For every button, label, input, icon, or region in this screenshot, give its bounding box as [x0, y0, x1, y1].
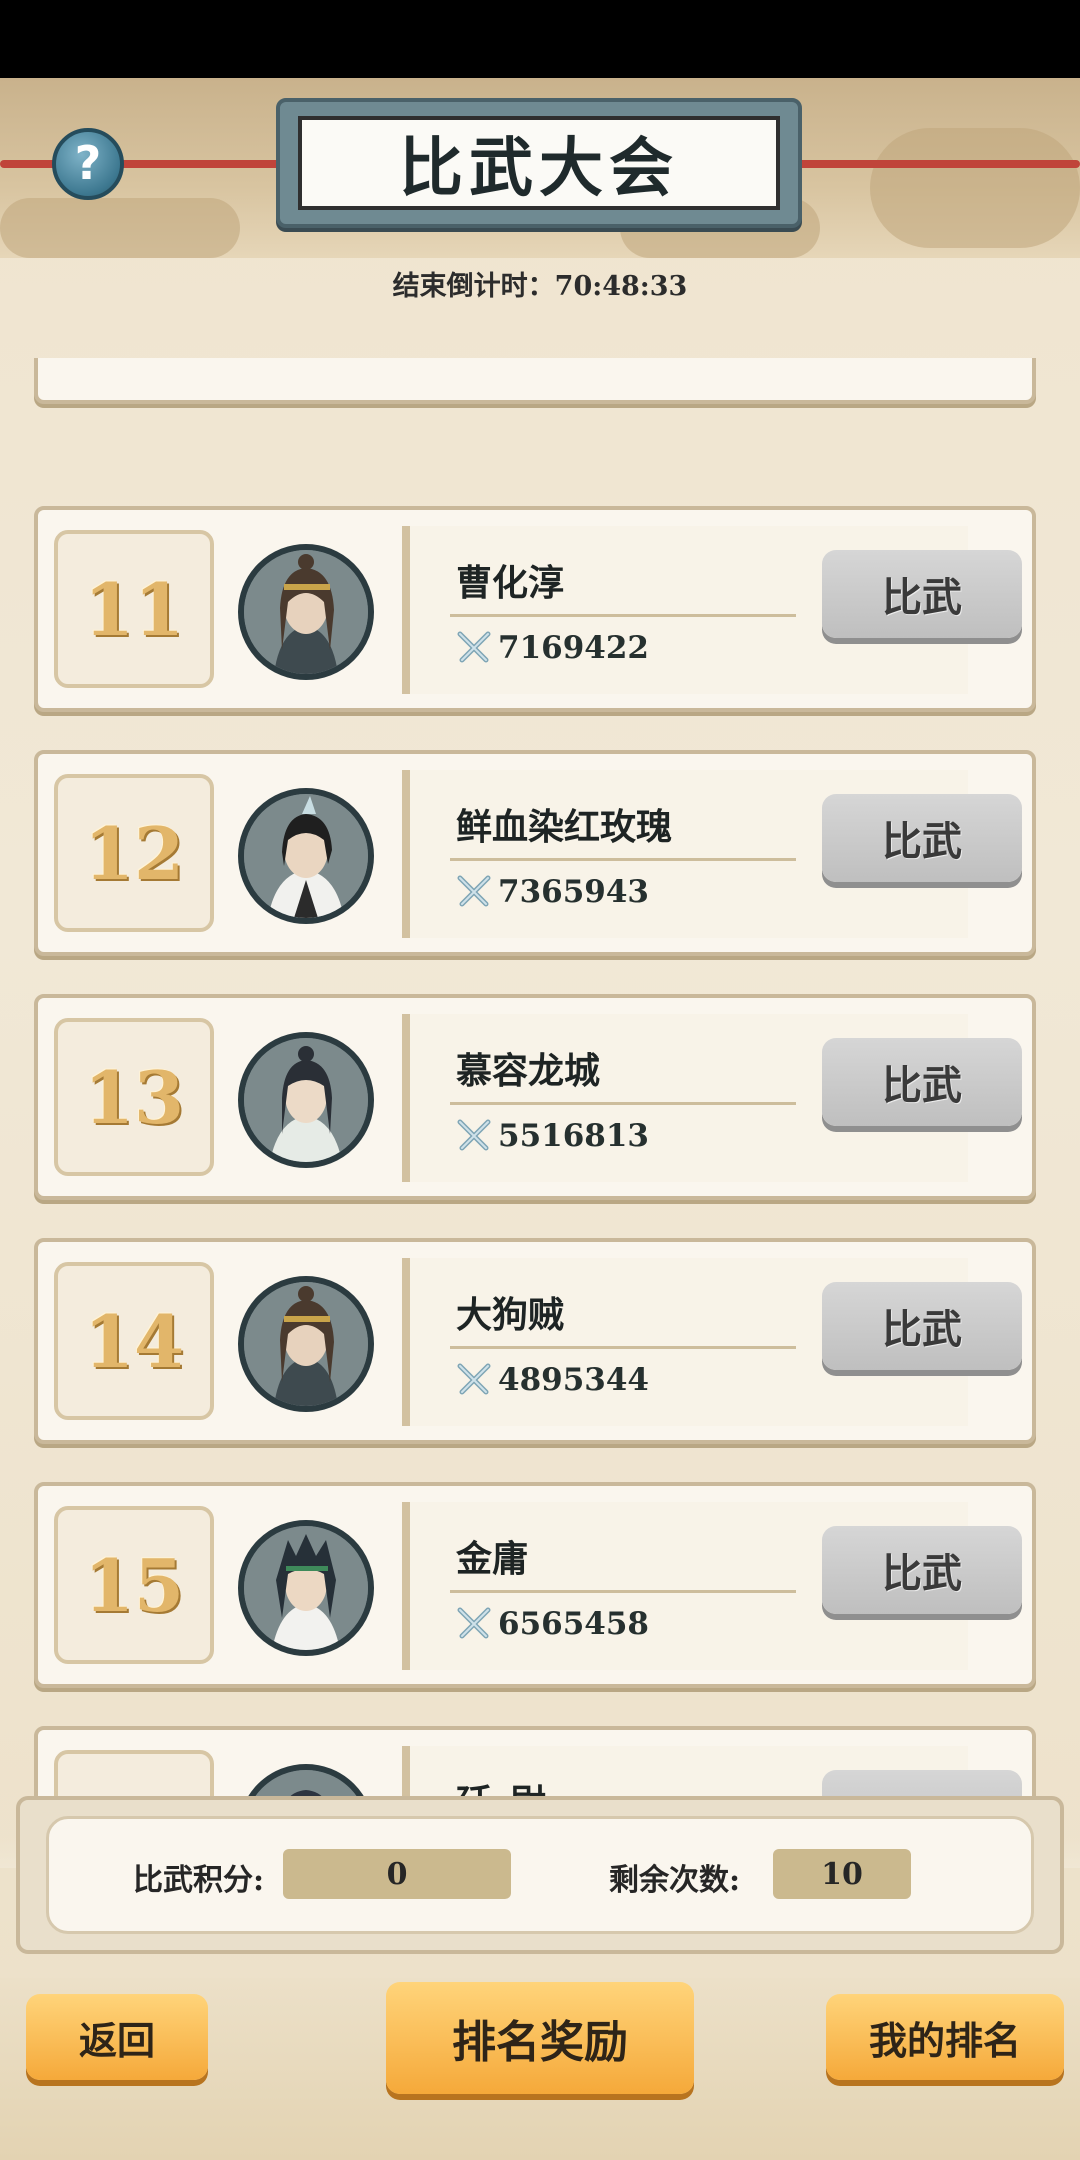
- game-screen: ? 比武大会 结束倒计时：70:48:33 11 曹化淳 7169422 比武 …: [0, 78, 1080, 2160]
- duel-button[interactable]: 比武: [822, 1038, 1022, 1126]
- rank-badge: 14: [54, 1262, 214, 1420]
- red-rope-right: [790, 160, 1080, 168]
- player-avatar[interactable]: [238, 1520, 374, 1656]
- divider: [450, 614, 796, 617]
- cloud-decoration: [0, 198, 240, 258]
- cloud-decoration: [870, 128, 1080, 248]
- combat-power: 7169422: [456, 630, 649, 666]
- crossed-swords-icon: [457, 1119, 491, 1151]
- power-value: 7169422: [498, 630, 649, 666]
- duel-button[interactable]: 比武: [822, 1526, 1022, 1614]
- crossed-swords-icon: [457, 1607, 491, 1639]
- score-value: 0: [283, 1849, 511, 1899]
- player-avatar[interactable]: [238, 544, 374, 680]
- ranking-card-partial: [34, 358, 1036, 404]
- remaining-value: 10: [773, 1849, 911, 1899]
- rank-badge: 13: [54, 1018, 214, 1176]
- warrior-portrait-icon: [244, 550, 368, 674]
- power-value: 5516813: [498, 1118, 649, 1154]
- player-avatar[interactable]: [238, 1276, 374, 1412]
- divider: [450, 1590, 796, 1593]
- ranking-card: 11 曹化淳 7169422 比武: [34, 506, 1036, 712]
- divider: [450, 858, 796, 861]
- player-name: 大狗贼: [456, 1295, 565, 1336]
- remaining-value-text: 10: [821, 1856, 863, 1892]
- remaining-label: 剩余次数:: [609, 1863, 741, 1898]
- red-rope-left: [0, 160, 290, 168]
- status-bar: [0, 0, 1080, 78]
- crossed-swords-icon: [457, 631, 491, 663]
- power-value: 7365943: [498, 874, 649, 910]
- ranking-card: 15 金庸 6565458 比武: [34, 1482, 1036, 1688]
- warrior-portrait-icon: [244, 1282, 368, 1406]
- rank-number: 15: [83, 1542, 185, 1628]
- player-name: 金庸: [456, 1539, 529, 1580]
- title-frame: 比武大会: [276, 98, 802, 228]
- crossed-swords-icon: [457, 875, 491, 907]
- score-label: 比武积分:: [133, 1863, 265, 1898]
- title-plaque: 比武大会: [298, 116, 780, 210]
- crossed-swords-icon: [457, 1363, 491, 1395]
- my-rank-button[interactable]: 我的排名: [826, 1994, 1064, 2080]
- combat-power: 4895344: [456, 1362, 649, 1398]
- rank-number: 13: [83, 1054, 185, 1140]
- countdown-timer: 结束倒计时：70:48:33: [392, 271, 688, 302]
- rank-number: 11: [83, 566, 185, 652]
- warrior-portrait-icon: [244, 1526, 368, 1650]
- rank-reward-button[interactable]: 排名奖励: [386, 1982, 694, 2094]
- score-value-text: 0: [386, 1856, 408, 1892]
- duel-button[interactable]: 比武: [822, 1282, 1022, 1370]
- back-button[interactable]: 返回: [26, 1994, 208, 2080]
- combat-power: 7365943: [456, 874, 649, 910]
- duel-button[interactable]: 比武: [822, 794, 1022, 882]
- page-title: 比武大会: [399, 132, 679, 206]
- duel-button[interactable]: 比武: [822, 550, 1022, 638]
- ranking-card: 14 大狗贼 4895344 比武: [34, 1238, 1036, 1444]
- combat-power: 6565458: [456, 1606, 649, 1642]
- ranking-card: 13 慕容龙城 5516813 比武: [34, 994, 1036, 1200]
- player-avatar[interactable]: [238, 1032, 374, 1168]
- ranking-list[interactable]: 11 曹化淳 7169422 比武 12 鲜血染红玫瑰 7365943 比武 1…: [0, 358, 1080, 1868]
- divider: [450, 1346, 796, 1349]
- power-value: 6565458: [498, 1606, 649, 1642]
- rank-number: 14: [83, 1298, 185, 1384]
- warrior-portrait-icon: [244, 794, 368, 918]
- player-name: 鲜血染红玫瑰: [456, 807, 673, 848]
- rank-badge: 15: [54, 1506, 214, 1664]
- warrior-portrait-icon: [244, 1038, 368, 1162]
- rank-badge: 12: [54, 774, 214, 932]
- ranking-card: 12 鲜血染红玫瑰 7365943 比武: [34, 750, 1036, 956]
- power-value: 4895344: [498, 1362, 649, 1398]
- player-avatar[interactable]: [238, 788, 374, 924]
- player-name: 曹化淳: [456, 563, 565, 604]
- rank-number: 12: [83, 810, 185, 896]
- player-name: 慕容龙城: [456, 1051, 601, 1092]
- question-icon: ?: [74, 136, 102, 190]
- combat-power: 5516813: [456, 1118, 649, 1154]
- rank-badge: 11: [54, 530, 214, 688]
- stats-inner: 比武积分: 0 剩余次数: 10: [46, 1816, 1034, 1934]
- help-button[interactable]: ?: [52, 128, 124, 200]
- stats-panel: 比武积分: 0 剩余次数: 10: [16, 1796, 1064, 1954]
- divider: [450, 1102, 796, 1105]
